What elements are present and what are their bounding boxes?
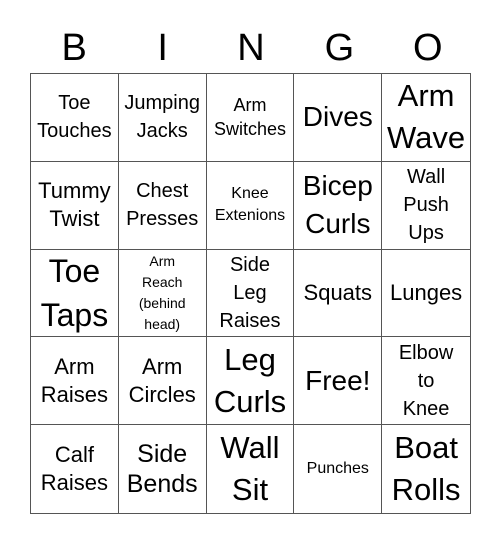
bingo-cell[interactable]: Elbow to Knee (382, 337, 470, 426)
bingo-cell[interactable]: Jumping Jacks (118, 74, 207, 162)
bingo-cell[interactable]: Squats (294, 249, 383, 338)
bingo-cell[interactable]: Tummy Twist (31, 161, 119, 250)
header-letter-g: G (324, 27, 355, 69)
bingo-cell[interactable]: Knee Extenions (206, 161, 295, 250)
bingo-cell[interactable]: Wall Sit (207, 425, 295, 513)
bingo-cell[interactable]: Toe Touches (31, 74, 119, 162)
bingo-cell[interactable]: Arm Wave (382, 74, 470, 162)
bingo-cell[interactable]: Calf Raises (31, 425, 119, 513)
bingo-header: B I N G O (30, 24, 472, 72)
bingo-cell[interactable]: Toe Taps (31, 249, 119, 338)
bingo-cell[interactable]: Arm Switches (206, 74, 295, 162)
header-letter-b: B (61, 27, 87, 69)
bingo-cell[interactable]: Punches (294, 425, 383, 513)
bingo-cell[interactable]: Chest Presses (118, 161, 207, 250)
bingo-cell[interactable]: Leg Curls (206, 337, 295, 426)
bingo-cell[interactable]: Side Leg Raises (206, 249, 295, 338)
bingo-cell[interactable]: Boat Rolls (382, 425, 470, 513)
bingo-cell[interactable]: Wall Push Ups (382, 162, 470, 250)
bingo-cell[interactable]: Arm Raises (31, 337, 119, 426)
free-space-cell[interactable]: Free! (294, 337, 383, 426)
bingo-cell[interactable]: Arm Circles (118, 337, 207, 426)
bingo-cell[interactable]: Bicep Curls (294, 161, 383, 250)
bingo-cell[interactable]: Lunges (382, 250, 470, 338)
bingo-cell[interactable]: Side Bends (119, 425, 207, 513)
bingo-cell[interactable]: Arm Reach (behind head) (118, 249, 207, 338)
bingo-grid: Toe Touches Jumping Jacks Arm Switches D… (30, 73, 471, 514)
bingo-cell[interactable]: Dives (294, 74, 383, 162)
header-letter-o: O (413, 27, 443, 69)
header-letter-n: N (237, 27, 265, 69)
header-letter-i: I (157, 27, 168, 69)
